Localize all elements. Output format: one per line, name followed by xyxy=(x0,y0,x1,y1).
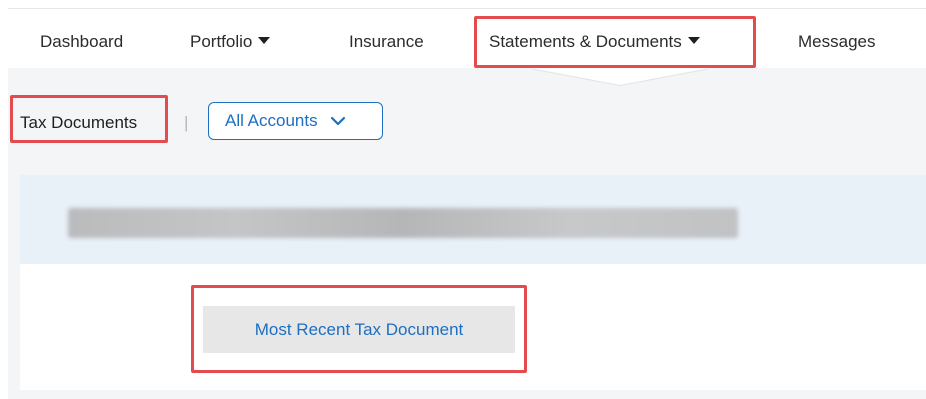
nav-dashboard-label: Dashboard xyxy=(40,32,124,51)
tax-documents-panel xyxy=(20,175,926,390)
nav-insurance-label: Insurance xyxy=(349,32,424,51)
panel-header-band xyxy=(20,175,926,264)
nav-messages-label: Messages xyxy=(798,32,876,51)
subnav-separator: | xyxy=(184,113,189,132)
caret-down-icon xyxy=(258,37,271,44)
all-accounts-dropdown[interactable]: All Accounts xyxy=(208,102,383,140)
all-accounts-label: All Accounts xyxy=(225,111,318,130)
nav-dashboard[interactable]: Dashboard xyxy=(40,32,123,52)
nav-statements-label: Statements & Documents xyxy=(489,32,682,51)
nav-insurance[interactable]: Insurance xyxy=(349,32,424,52)
nav-messages[interactable]: Messages xyxy=(798,32,875,52)
tax-documents-label[interactable]: Tax Documents xyxy=(20,113,137,133)
top-navigation: Dashboard Portfolio Insurance Statements… xyxy=(8,8,926,68)
dropdown-notch xyxy=(530,68,710,85)
most-recent-tax-document-button[interactable]: Most Recent Tax Document xyxy=(203,306,515,353)
most-recent-tax-document-label: Most Recent Tax Document xyxy=(254,319,464,339)
nav-statements-documents[interactable]: Statements & Documents xyxy=(489,32,700,52)
redacted-text xyxy=(68,208,738,238)
caret-down-icon xyxy=(687,37,700,44)
chevron-down-icon xyxy=(330,116,345,126)
nav-portfolio-label: Portfolio xyxy=(190,32,253,51)
nav-portfolio[interactable]: Portfolio xyxy=(190,32,271,52)
